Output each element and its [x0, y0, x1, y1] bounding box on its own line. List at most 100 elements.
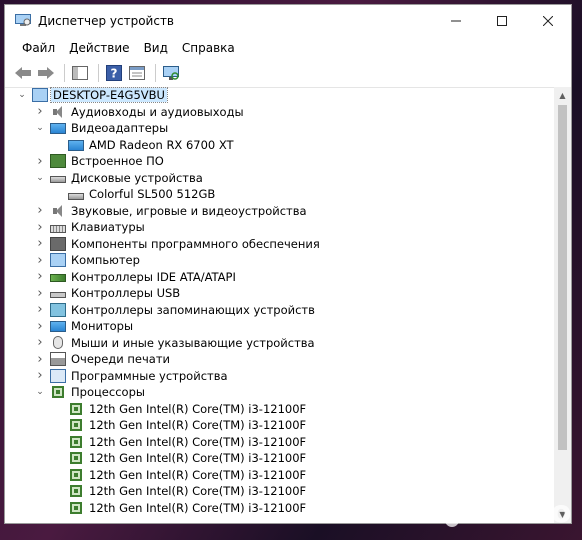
- close-button[interactable]: [525, 5, 571, 37]
- tree-item-label: Видеоадаптеры: [71, 121, 169, 136]
- display-adapter-icon: [68, 139, 84, 151]
- back-button[interactable]: [13, 63, 33, 83]
- minimize-button[interactable]: [433, 5, 479, 37]
- tree-device[interactable]: 12th Gen Intel(R) Core(TM) i3-12100F: [5, 401, 554, 418]
- title-bar: Диспетчер устройств: [5, 5, 571, 37]
- tree-category[interactable]: › Компоненты программного обеспечения: [5, 236, 554, 253]
- tree-category[interactable]: › Контроллеры USB: [5, 285, 554, 302]
- console-tree-icon: [72, 66, 88, 80]
- storage-controller-icon: [50, 302, 66, 317]
- chevron-right-icon[interactable]: ›: [35, 154, 45, 169]
- help-button[interactable]: ?: [104, 63, 124, 83]
- close-icon: [543, 16, 553, 26]
- tree-device[interactable]: 12th Gen Intel(R) Core(TM) i3-12100F: [5, 467, 554, 484]
- tree-category[interactable]: › Звуковые, игровые и видеоустройства: [5, 203, 554, 220]
- tree-item-label: Очереди печати: [71, 352, 170, 367]
- properties-button[interactable]: [127, 63, 147, 83]
- toolbar-separator: [155, 64, 156, 82]
- maximize-button[interactable]: [479, 5, 525, 37]
- tree-device[interactable]: AMD Radeon RX 6700 XT: [5, 137, 554, 154]
- device-manager-window: Диспетчер устройств Файл Действие Вид Сп…: [4, 4, 572, 524]
- device-tree[interactable]: ⌄ DESKTOP-E4G5VBU › Аудиовходы и аудиовых…: [5, 87, 554, 523]
- menu-bar: Файл Действие Вид Справка: [5, 37, 571, 59]
- chevron-right-icon[interactable]: ›: [35, 302, 45, 317]
- tree-item-label: Colorful SL500 512GB: [89, 187, 216, 202]
- software-component-icon: [50, 236, 66, 251]
- speaker-icon: [50, 105, 66, 119]
- ide-controller-icon: [50, 274, 66, 283]
- tree-item-label: Мыши и иные указывающие устройства: [71, 335, 315, 350]
- device-manager-icon: [15, 14, 31, 26]
- tree-category[interactable]: › Аудиовходы и аудиовыходы: [5, 104, 554, 121]
- chevron-right-icon[interactable]: ›: [35, 220, 45, 235]
- tree-root[interactable]: ⌄ DESKTOP-E4G5VBU: [5, 87, 554, 104]
- computer-icon: [32, 88, 48, 103]
- chevron-right-icon[interactable]: ›: [35, 269, 45, 284]
- tree-category[interactable]: › Клавиатуры: [5, 219, 554, 236]
- tree-category[interactable]: › Мониторы: [5, 318, 554, 335]
- show-hide-console-tree-button[interactable]: [70, 63, 90, 83]
- chevron-right-icon[interactable]: ›: [35, 104, 45, 119]
- chevron-right-icon[interactable]: ›: [35, 335, 45, 350]
- tree-item-label: 12th Gen Intel(R) Core(TM) i3-12100F: [89, 500, 307, 515]
- scroll-thumb[interactable]: [558, 105, 567, 450]
- window-title: Диспетчер устройств: [38, 14, 175, 28]
- tree-item-label: Компоненты программного обеспечения: [71, 236, 320, 251]
- tree-item-label: 12th Gen Intel(R) Core(TM) i3-12100F: [89, 418, 307, 433]
- chevron-right-icon[interactable]: ›: [35, 368, 45, 383]
- menu-file[interactable]: Файл: [15, 41, 62, 55]
- forward-button[interactable]: [36, 63, 56, 83]
- menu-action[interactable]: Действие: [62, 41, 136, 55]
- chevron-right-icon[interactable]: ›: [35, 253, 45, 268]
- chevron-right-icon[interactable]: ›: [35, 236, 45, 251]
- tree-item-label: Процессоры: [71, 385, 145, 400]
- processor-icon: [70, 501, 82, 514]
- tree-device[interactable]: 12th Gen Intel(R) Core(TM) i3-12100F: [5, 434, 554, 451]
- toolbar-separator: [98, 64, 99, 82]
- forward-arrow-icon: [38, 67, 54, 79]
- avito-watermark: Avito: [443, 495, 572, 530]
- tree-category[interactable]: ⌄ Процессоры: [5, 384, 554, 401]
- chevron-right-icon[interactable]: ›: [35, 286, 45, 301]
- tree-category[interactable]: › Мыши и иные указывающие устройства: [5, 335, 554, 352]
- tree-category[interactable]: › Контроллеры IDE ATA/ATAPI: [5, 269, 554, 286]
- chevron-right-icon[interactable]: ›: [35, 203, 45, 218]
- processor-icon: [70, 485, 82, 498]
- tree-category[interactable]: › Очереди печати: [5, 351, 554, 368]
- chevron-right-icon[interactable]: ›: [35, 352, 45, 367]
- scan-hardware-button[interactable]: [161, 63, 181, 83]
- tree-item-label: Контроллеры запоминающих устройств: [71, 302, 315, 317]
- tree-category[interactable]: › Компьютер: [5, 252, 554, 269]
- menu-view[interactable]: Вид: [137, 41, 175, 55]
- menu-help[interactable]: Справка: [175, 41, 242, 55]
- disk-drive-icon: [68, 192, 84, 200]
- tree-category[interactable]: › Программные устройства: [5, 368, 554, 385]
- chevron-down-icon[interactable]: ⌄: [35, 123, 45, 133]
- tree-item-label: 12th Gen Intel(R) Core(TM) i3-12100F: [89, 484, 307, 499]
- chevron-right-icon[interactable]: ›: [35, 319, 45, 334]
- properties-icon: [129, 66, 145, 80]
- maximize-icon: [497, 16, 507, 26]
- svg-text:?: ?: [111, 67, 118, 81]
- mouse-icon: [53, 336, 63, 350]
- keyboard-icon: [50, 224, 66, 233]
- chevron-down-icon[interactable]: ⌄: [17, 90, 27, 100]
- vertical-scrollbar[interactable]: ▲ ▼: [554, 87, 571, 523]
- tree-device[interactable]: 12th Gen Intel(R) Core(TM) i3-12100F: [5, 450, 554, 467]
- back-arrow-icon: [15, 67, 31, 79]
- tree-category[interactable]: › Контроллеры запоминающих устройств: [5, 302, 554, 319]
- tree-item-label: AMD Radeon RX 6700 XT: [89, 137, 234, 152]
- tree-device[interactable]: Colorful SL500 512GB: [5, 186, 554, 203]
- tree-item-label: 12th Gen Intel(R) Core(TM) i3-12100F: [89, 434, 307, 449]
- tree-category[interactable]: ⌄ Видеоадаптеры: [5, 120, 554, 137]
- processor-icon: [52, 386, 64, 399]
- tree-category[interactable]: ⌄ Дисковые устройства: [5, 170, 554, 187]
- chevron-down-icon[interactable]: ⌄: [35, 387, 45, 397]
- tree-category[interactable]: › Встроенное ПО: [5, 153, 554, 170]
- disk-drive-icon: [50, 176, 66, 184]
- chevron-down-icon[interactable]: ⌄: [35, 173, 45, 183]
- tree-root-label: DESKTOP-E4G5VBU: [50, 87, 168, 104]
- tree-device[interactable]: 12th Gen Intel(R) Core(TM) i3-12100F: [5, 417, 554, 434]
- tree-item-label: Аудиовходы и аудиовыходы: [71, 104, 244, 119]
- scroll-up-button[interactable]: ▲: [554, 87, 571, 104]
